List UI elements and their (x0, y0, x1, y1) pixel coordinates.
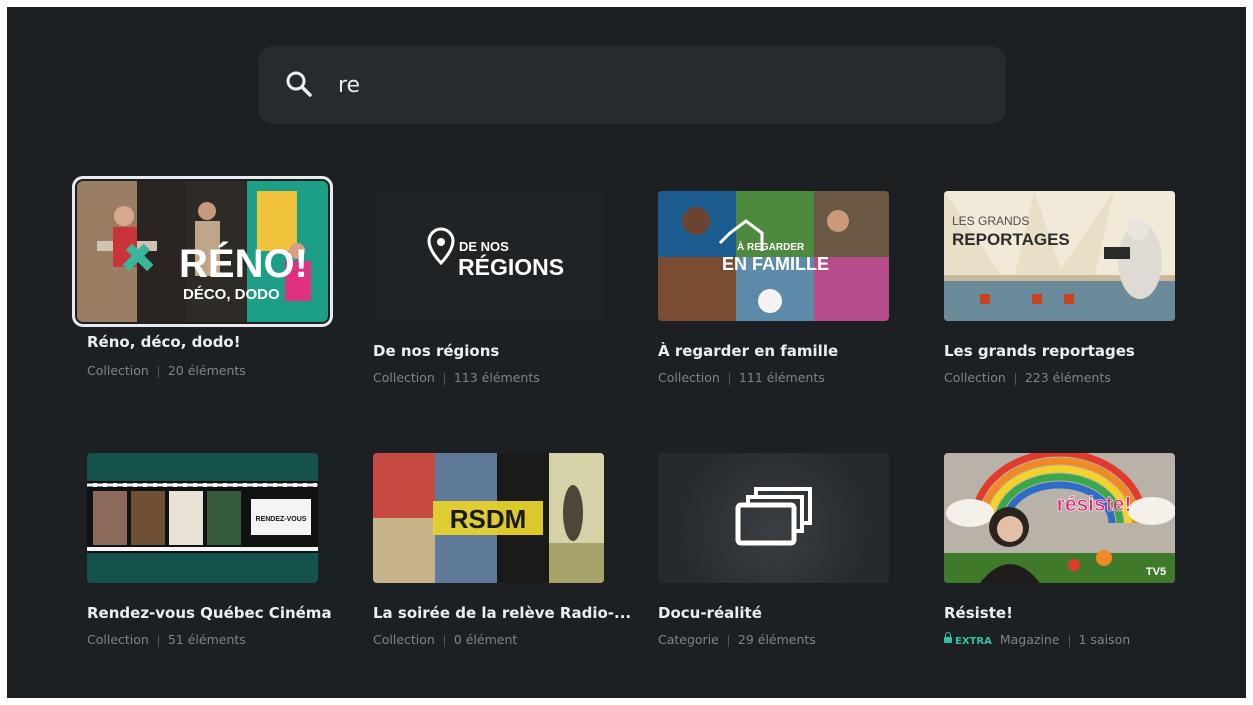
card-meta: Collection 111 éléments (658, 370, 898, 385)
card-type: Collection (373, 370, 435, 385)
lock-icon (944, 632, 952, 643)
card-meta: Collection 0 élément (373, 632, 613, 647)
meta-separator (727, 634, 729, 647)
search-bar[interactable] (258, 46, 1006, 124)
card-thumbnail: RSDM (373, 453, 604, 583)
thumb-title: RSDM (450, 504, 527, 534)
card-thumbnail (658, 453, 889, 583)
card-count: 223 éléments (1024, 370, 1111, 385)
meta-separator (1014, 372, 1016, 385)
thumb-subtitle: DE NOS (459, 239, 509, 254)
card-meta: Categorie 29 éléments (658, 632, 898, 647)
thumb-title: REPORTAGES (952, 230, 1070, 249)
card-count: 113 éléments (453, 370, 540, 385)
meta-separator (443, 372, 445, 385)
card-title: Rendez-vous Québec Cinéma (87, 604, 332, 622)
card-count: 1 saison (1078, 632, 1131, 647)
tv5-logo: TV5 (1146, 566, 1166, 578)
thumb-title: RENDEZ-VOUS (256, 516, 307, 523)
meta-separator (443, 634, 445, 647)
card-type: Collection (87, 632, 149, 647)
card-thumbnail: RÉNO! DÉCO, DODO (72, 176, 333, 327)
card-title: De nos régions (373, 342, 500, 360)
card-meta: Collection 113 éléments (373, 370, 613, 385)
card-count: 29 éléments (737, 632, 816, 647)
card-count: 20 éléments (167, 363, 246, 378)
card-thumbnail: À REGARDER EN FAMILLE (658, 191, 889, 321)
card-type: Magazine (999, 632, 1060, 647)
thumb-title: RÉNO! (179, 241, 308, 286)
search-icon (286, 71, 312, 97)
card-type: Categorie (658, 632, 719, 647)
search-input[interactable] (336, 64, 940, 106)
meta-separator (728, 372, 730, 385)
tv-app-screen: RÉNO! DÉCO, DODO Réno, déco, dodo! Colle… (7, 7, 1246, 698)
thumb-subtitle: LES GRANDS (952, 214, 1029, 228)
card-thumbnail: RENDEZ-VOUS (87, 453, 318, 583)
thumb-title: résiste! (1057, 493, 1132, 516)
card-type: Collection (373, 632, 435, 647)
card-thumbnail: DE NOS RÉGIONS (373, 191, 604, 321)
card-count: 0 élément (453, 632, 518, 647)
card-title: Réno, déco, dodo! (87, 333, 241, 351)
stacked-cards-icon (735, 487, 812, 546)
meta-separator (157, 365, 159, 378)
card-type: Collection (944, 370, 1006, 385)
meta-separator (1068, 634, 1070, 647)
thumb-title: RÉGIONS (458, 253, 564, 280)
card-meta: Collection 51 éléments (87, 632, 327, 647)
card-title: La soirée de la relève Radio-... (373, 604, 632, 622)
card-type: Collection (658, 370, 720, 385)
thumb-title: EN FAMILLE (722, 254, 829, 274)
card-title: Docu-réalité (658, 604, 762, 622)
thumb-subtitle: DÉCO, DODO (183, 286, 280, 303)
thumb-subtitle: À REGARDER (737, 240, 805, 253)
card-title: Les grands reportages (944, 342, 1135, 360)
card-thumbnail: LES GRANDS REPORTAGES (944, 191, 1175, 321)
card-title: À regarder en famille (658, 342, 839, 360)
card-meta: EXTRA Magazine 1 saison (944, 632, 1184, 647)
card-type: Collection (87, 363, 149, 378)
meta-separator (157, 634, 159, 647)
meta-spacer (994, 635, 998, 647)
card-count: 51 éléments (167, 632, 246, 647)
card-thumbnail: résiste! TV5 (944, 453, 1175, 583)
card-meta: Collection 20 éléments (87, 363, 327, 378)
card-title: Résiste! (944, 604, 1013, 622)
extra-badge: EXTRA (955, 636, 992, 647)
card-count: 111 éléments (738, 370, 825, 385)
card-meta: Collection 223 éléments (944, 370, 1184, 385)
